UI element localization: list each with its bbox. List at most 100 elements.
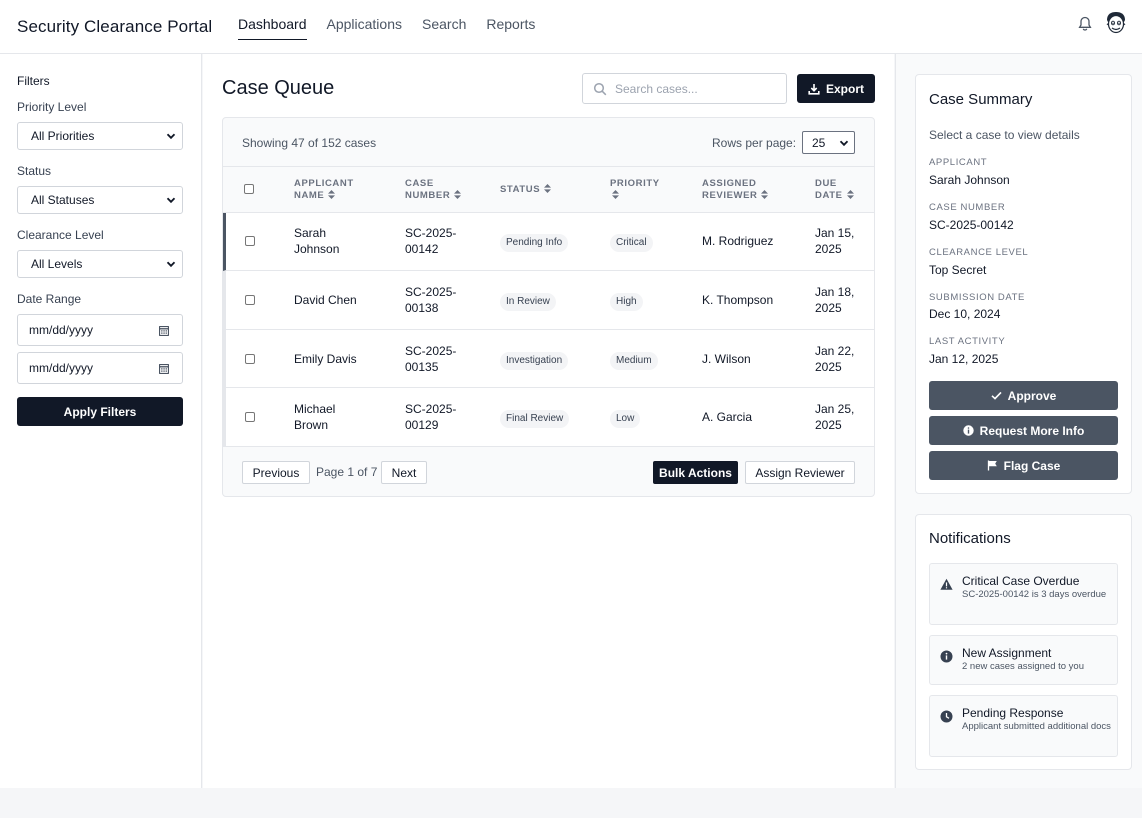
bell-icon[interactable] <box>1077 16 1093 32</box>
col-assigned-reviewer[interactable]: ASSIGNED REVIEWER <box>702 178 769 202</box>
previous-page-button[interactable]: Previous <box>242 461 310 484</box>
sort-icon[interactable] <box>454 190 462 199</box>
flag-case-button[interactable]: Flag Case <box>929 451 1118 480</box>
last-activity-label: LAST ACTIVITY <box>929 336 1006 347</box>
col-due-line1: DUE <box>815 178 837 189</box>
chevron-down-icon <box>166 133 176 140</box>
col-applicant-line1: APPLICANT <box>294 178 354 189</box>
notification-desc: 2 new cases assigned to you <box>962 661 1084 672</box>
notification-item[interactable]: Pending Response Applicant submitted add… <box>929 695 1118 757</box>
applicant-name: Sarah Johnson <box>294 225 339 257</box>
clearance-select[interactable]: All Levels <box>17 250 183 278</box>
due-date-line1: Jan 22, <box>815 344 855 358</box>
assigned-reviewer: K. Thompson <box>702 293 774 307</box>
due-date: Jan 15, 2025 <box>815 225 854 257</box>
rows-per-page-label: Rows per page: <box>712 136 797 150</box>
notifications-panel: Notifications Critical Case Overdue SC-2… <box>915 514 1132 770</box>
bulk-actions-button[interactable]: Bulk Actions <box>653 461 738 484</box>
col-applicant-line2: NAME <box>294 190 325 201</box>
due-date: Jan 25, 2025 <box>815 401 854 433</box>
applicant-name-line1: Michael <box>294 402 336 416</box>
sort-icon[interactable] <box>612 190 619 199</box>
date-to-input[interactable]: mm/dd/yyyy <box>17 352 183 384</box>
filters-title: Filters <box>17 74 50 88</box>
applicant-name: Michael Brown <box>294 401 335 433</box>
row-checkbox[interactable] <box>245 236 255 246</box>
col-priority[interactable]: PRIORITY <box>610 178 660 202</box>
notification-desc: Applicant submitted additional docs <box>962 721 1111 732</box>
sort-icon[interactable] <box>846 190 854 199</box>
sort-icon[interactable] <box>761 190 769 199</box>
check-icon <box>991 391 1002 400</box>
case-table: Showing 47 of 152 cases Rows per page: 2… <box>222 117 875 497</box>
case-summary-panel: Case Summary Select a case to view detai… <box>915 74 1132 494</box>
status-badge: Pending Info <box>500 234 569 252</box>
calendar-icon[interactable] <box>159 363 169 374</box>
clearance-level-value: Top Secret <box>929 263 987 277</box>
request-info-button[interactable]: Request More Info <box>929 416 1118 445</box>
user-avatar[interactable] <box>1104 11 1128 37</box>
applicant-name-line2: Brown <box>294 418 329 432</box>
row-checkbox[interactable] <box>245 354 255 364</box>
due-date-line2: 2025 <box>815 418 842 432</box>
search-field[interactable] <box>582 73 787 104</box>
col-applicant-name[interactable]: APPLICANT NAME <box>294 178 354 202</box>
notification-item[interactable]: New Assignment 2 new cases assigned to y… <box>929 635 1118 685</box>
table-row[interactable]: Emily Davis SC-2025- 00135 Investigation … <box>223 330 874 388</box>
calendar-icon[interactable] <box>159 325 169 336</box>
request-info-label: Request More Info <box>979 423 1085 438</box>
approve-label: Approve <box>1007 388 1057 403</box>
col-reviewer-line2: REVIEWER <box>702 190 758 201</box>
rows-per-page-select[interactable]: 25 <box>802 131 855 154</box>
date-from-placeholder: mm/dd/yyyy <box>29 323 94 337</box>
status-label: Status <box>17 164 52 178</box>
search-input[interactable] <box>615 80 775 98</box>
flag-case-label: Flag Case <box>1003 458 1061 473</box>
priority-badge: High <box>610 293 643 311</box>
showing-count: Showing 47 of 152 cases <box>242 136 377 150</box>
applicant-label: APPLICANT <box>929 157 988 168</box>
nav-reports[interactable]: Reports <box>486 0 535 40</box>
case-number-label: CASE NUMBER <box>929 202 1006 213</box>
priority-select[interactable]: All Priorities <box>17 122 183 150</box>
nav-applications[interactable]: Applications <box>327 0 403 40</box>
rows-per-page-value: 25 <box>812 135 826 150</box>
case-number: SC-2025- 00135 <box>405 343 456 375</box>
clearance-label: Clearance Level <box>17 228 104 242</box>
last-activity-value: Jan 12, 2025 <box>929 352 999 366</box>
status-select[interactable]: All Statuses <box>17 186 183 214</box>
col-case-line1: CASE <box>405 178 434 189</box>
notification-item[interactable]: Critical Case Overdue SC-2025-00142 is 3… <box>929 563 1118 625</box>
due-date: Jan 22, 2025 <box>815 343 854 375</box>
assign-reviewer-button[interactable]: Assign Reviewer <box>745 461 855 484</box>
date-from-input[interactable]: mm/dd/yyyy <box>17 314 183 346</box>
due-date: Jan 18, 2025 <box>815 284 854 316</box>
table-row[interactable]: Michael Brown SC-2025- 00129 Final Review … <box>223 388 874 447</box>
case-number: SC-2025- 00138 <box>405 284 456 316</box>
priority-select-value: All Priorities <box>31 129 95 143</box>
date-range-label: Date Range <box>17 292 82 306</box>
top-navbar: Security Clearance Portal Dashboard Appl… <box>0 0 1142 54</box>
status-badge: Investigation <box>500 352 569 370</box>
nav-dashboard[interactable]: Dashboard <box>238 0 307 40</box>
assigned-reviewer: A. Garcia <box>702 410 753 424</box>
nav-search[interactable]: Search <box>422 0 466 40</box>
col-status[interactable]: STATUS <box>500 184 552 196</box>
sort-icon[interactable] <box>328 190 336 199</box>
submission-date-label: SUBMISSION DATE <box>929 292 1025 303</box>
apply-filters-button[interactable]: Apply Filters <box>17 397 183 426</box>
table-row[interactable]: Sarah Johnson SC-2025- 00142 Pending Info … <box>223 213 874 271</box>
sort-icon[interactable] <box>544 184 552 193</box>
next-page-button[interactable]: Next <box>381 461 427 484</box>
col-due-date[interactable]: DUE DATE <box>815 178 854 202</box>
row-checkbox[interactable] <box>245 412 255 422</box>
table-row[interactable]: David Chen SC-2025- 00138 In Review High … <box>223 271 874 330</box>
case-number-line2: 00135 <box>405 360 439 374</box>
due-date-line2: 2025 <box>815 360 842 374</box>
export-button[interactable]: Export <box>797 74 875 103</box>
approve-button[interactable]: Approve <box>929 381 1118 410</box>
row-checkbox[interactable] <box>245 295 255 305</box>
col-case-number[interactable]: CASE NUMBER <box>405 178 462 202</box>
page-title: Case Queue <box>222 77 335 99</box>
select-all-checkbox[interactable] <box>244 184 254 194</box>
